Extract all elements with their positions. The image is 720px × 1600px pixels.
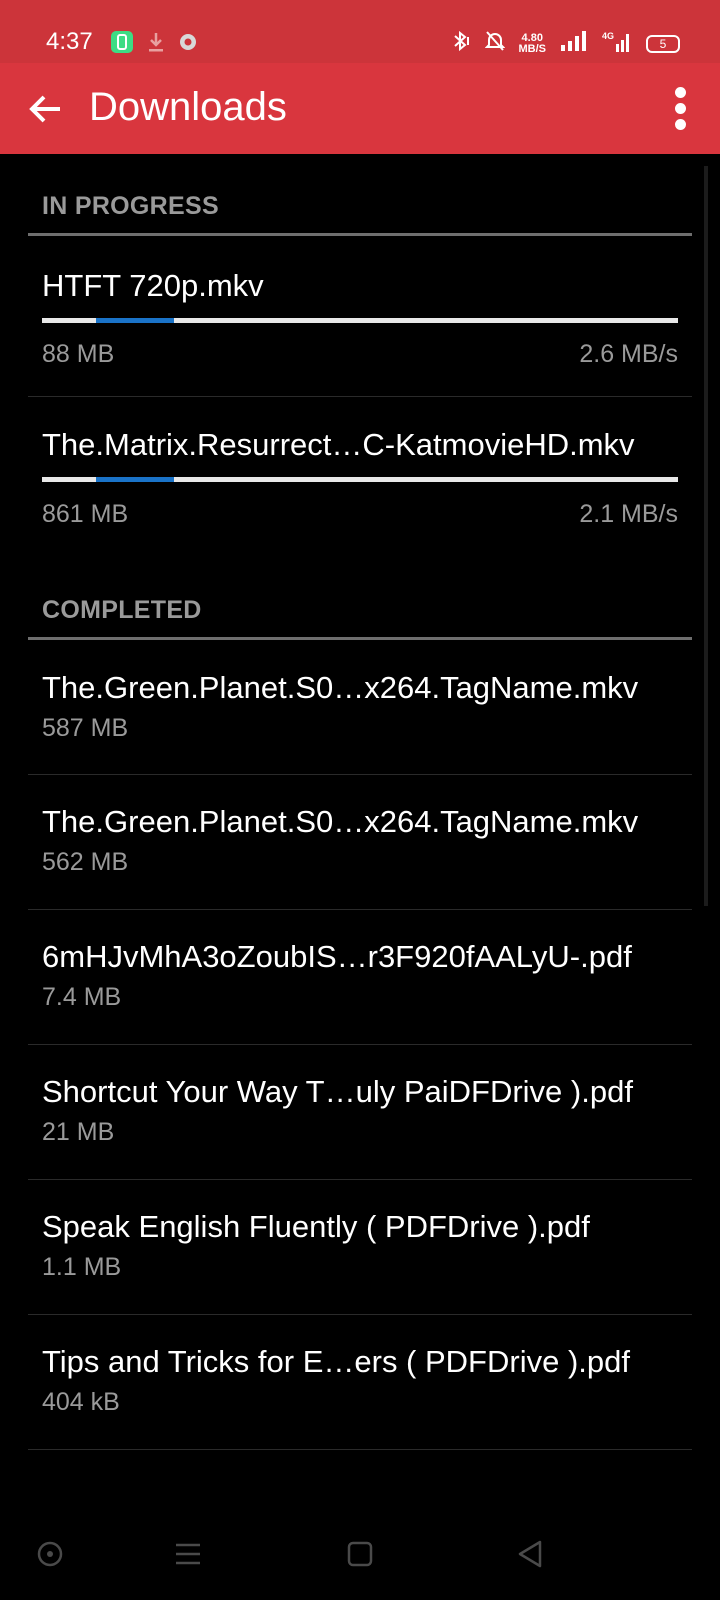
completed-item[interactable]: 6mHJvMhA3oZoubIS…r3F920fAALyU-.pdf 7.4 M… [28,910,692,1044]
download-speed: 2.6 MB/s [579,340,678,368]
home-button[interactable] [338,1532,382,1576]
signal-icon [560,31,588,56]
mute-icon [484,30,505,57]
download-name: HTFT 720p.mkv [42,268,264,303]
signal-4g-icon: 4G [602,30,632,57]
app-bar: Downloads [0,63,720,154]
download-size: 7.4 MB [42,983,122,1011]
recents-menu-icon [176,1543,200,1565]
download-size: 861 MB [42,500,129,528]
download-size: 404 kB [42,1388,120,1416]
download-size: 587 MB [42,714,129,742]
progress-indicator [96,318,174,323]
download-size: 562 MB [42,848,129,876]
download-name: Shortcut Your Way T…uly PaiDFDrive ).pdf [42,1074,633,1109]
download-name: 6mHJvMhA3oZoubIS…r3F920fAALyU-.pdf [42,939,632,974]
arrow-left-icon [29,95,60,123]
completed-item[interactable]: The.Green.Planet.S0…x264.TagName.mkv 562… [28,775,692,909]
net-speed-unit: MB/S [518,42,547,55]
battery-icon: 5 [646,34,680,53]
download-size: 21 MB [42,1118,115,1146]
download-name: The.Green.Planet.S0…x264.TagName.mkv [42,804,639,839]
section-header-completed: COMPLETED [42,596,202,624]
download-name: The.Green.Planet.S0…x264.TagName.mkv [42,670,639,705]
back-nav-button[interactable] [508,1532,552,1576]
page-title: Downloads [89,85,287,129]
net-speed-value: 4.80 [521,31,543,44]
completed-item[interactable]: Speak English Fluently ( PDFDrive ).pdf … [28,1180,692,1314]
record-icon [178,32,198,57]
system-nav-bar [0,1510,720,1600]
download-size: 1.1 MB [42,1253,122,1281]
status-right-icons: 4.80 MB/S 4G 5 [449,30,680,57]
net-speed: 4.80 MB/S [518,31,547,55]
download-name: The.Matrix.Resurrect…C-KatmovieHD.mkv [42,427,635,462]
progress-bar [42,477,678,482]
status-time: 4:37 [46,28,93,55]
section-header-in-progress: IN PROGRESS [42,192,219,220]
download-size: 88 MB [42,340,115,368]
download-name: Tips and Tricks for E…ers ( PDFDrive ).p… [42,1344,630,1379]
completed-item[interactable]: The.Green.Planet.S0…x264.TagName.mkv 587… [28,640,692,774]
svg-text:4G: 4G [602,31,614,41]
bluetooth-icon [449,30,471,57]
progress-indicator [96,477,174,482]
notification-app-icon [110,30,134,59]
download-icon [146,30,166,59]
status-left-icons [110,30,198,59]
assistant-icon [37,1541,63,1567]
more-options-button[interactable] [668,83,692,135]
more-vert-icon-dot [674,119,686,130]
back-button[interactable] [24,87,68,131]
scrollbar[interactable] [704,166,708,906]
completed-item[interactable]: Shortcut Your Way T…uly PaiDFDrive ).pdf… [28,1045,692,1179]
download-speed: 2.1 MB/s [579,500,678,528]
download-name: Speak English Fluently ( PDFDrive ).pdf [42,1209,590,1244]
recents-button[interactable] [166,1532,210,1576]
in-progress-item[interactable]: The.Matrix.Resurrect…C-KatmovieHD.mkv 86… [28,397,692,557]
back-triangle-icon [518,1540,542,1568]
progress-bar [42,318,678,323]
more-vert-icon-dot [674,87,686,98]
status-bar: 4:37 4.80 MB/S 4G 5 [0,0,720,63]
home-square-icon [347,1541,373,1567]
downloads-list[interactable]: IN PROGRESS HTFT 720p.mkv 88 MB 2.6 MB/s… [0,154,720,1510]
completed-item[interactable]: Tips and Tricks for E…ers ( PDFDrive ).p… [28,1315,692,1449]
assistant-button[interactable] [28,1532,72,1576]
in-progress-item[interactable]: HTFT 720p.mkv 88 MB 2.6 MB/s [28,236,692,396]
divider [28,1449,692,1450]
more-vert-icon-dot [674,103,686,114]
